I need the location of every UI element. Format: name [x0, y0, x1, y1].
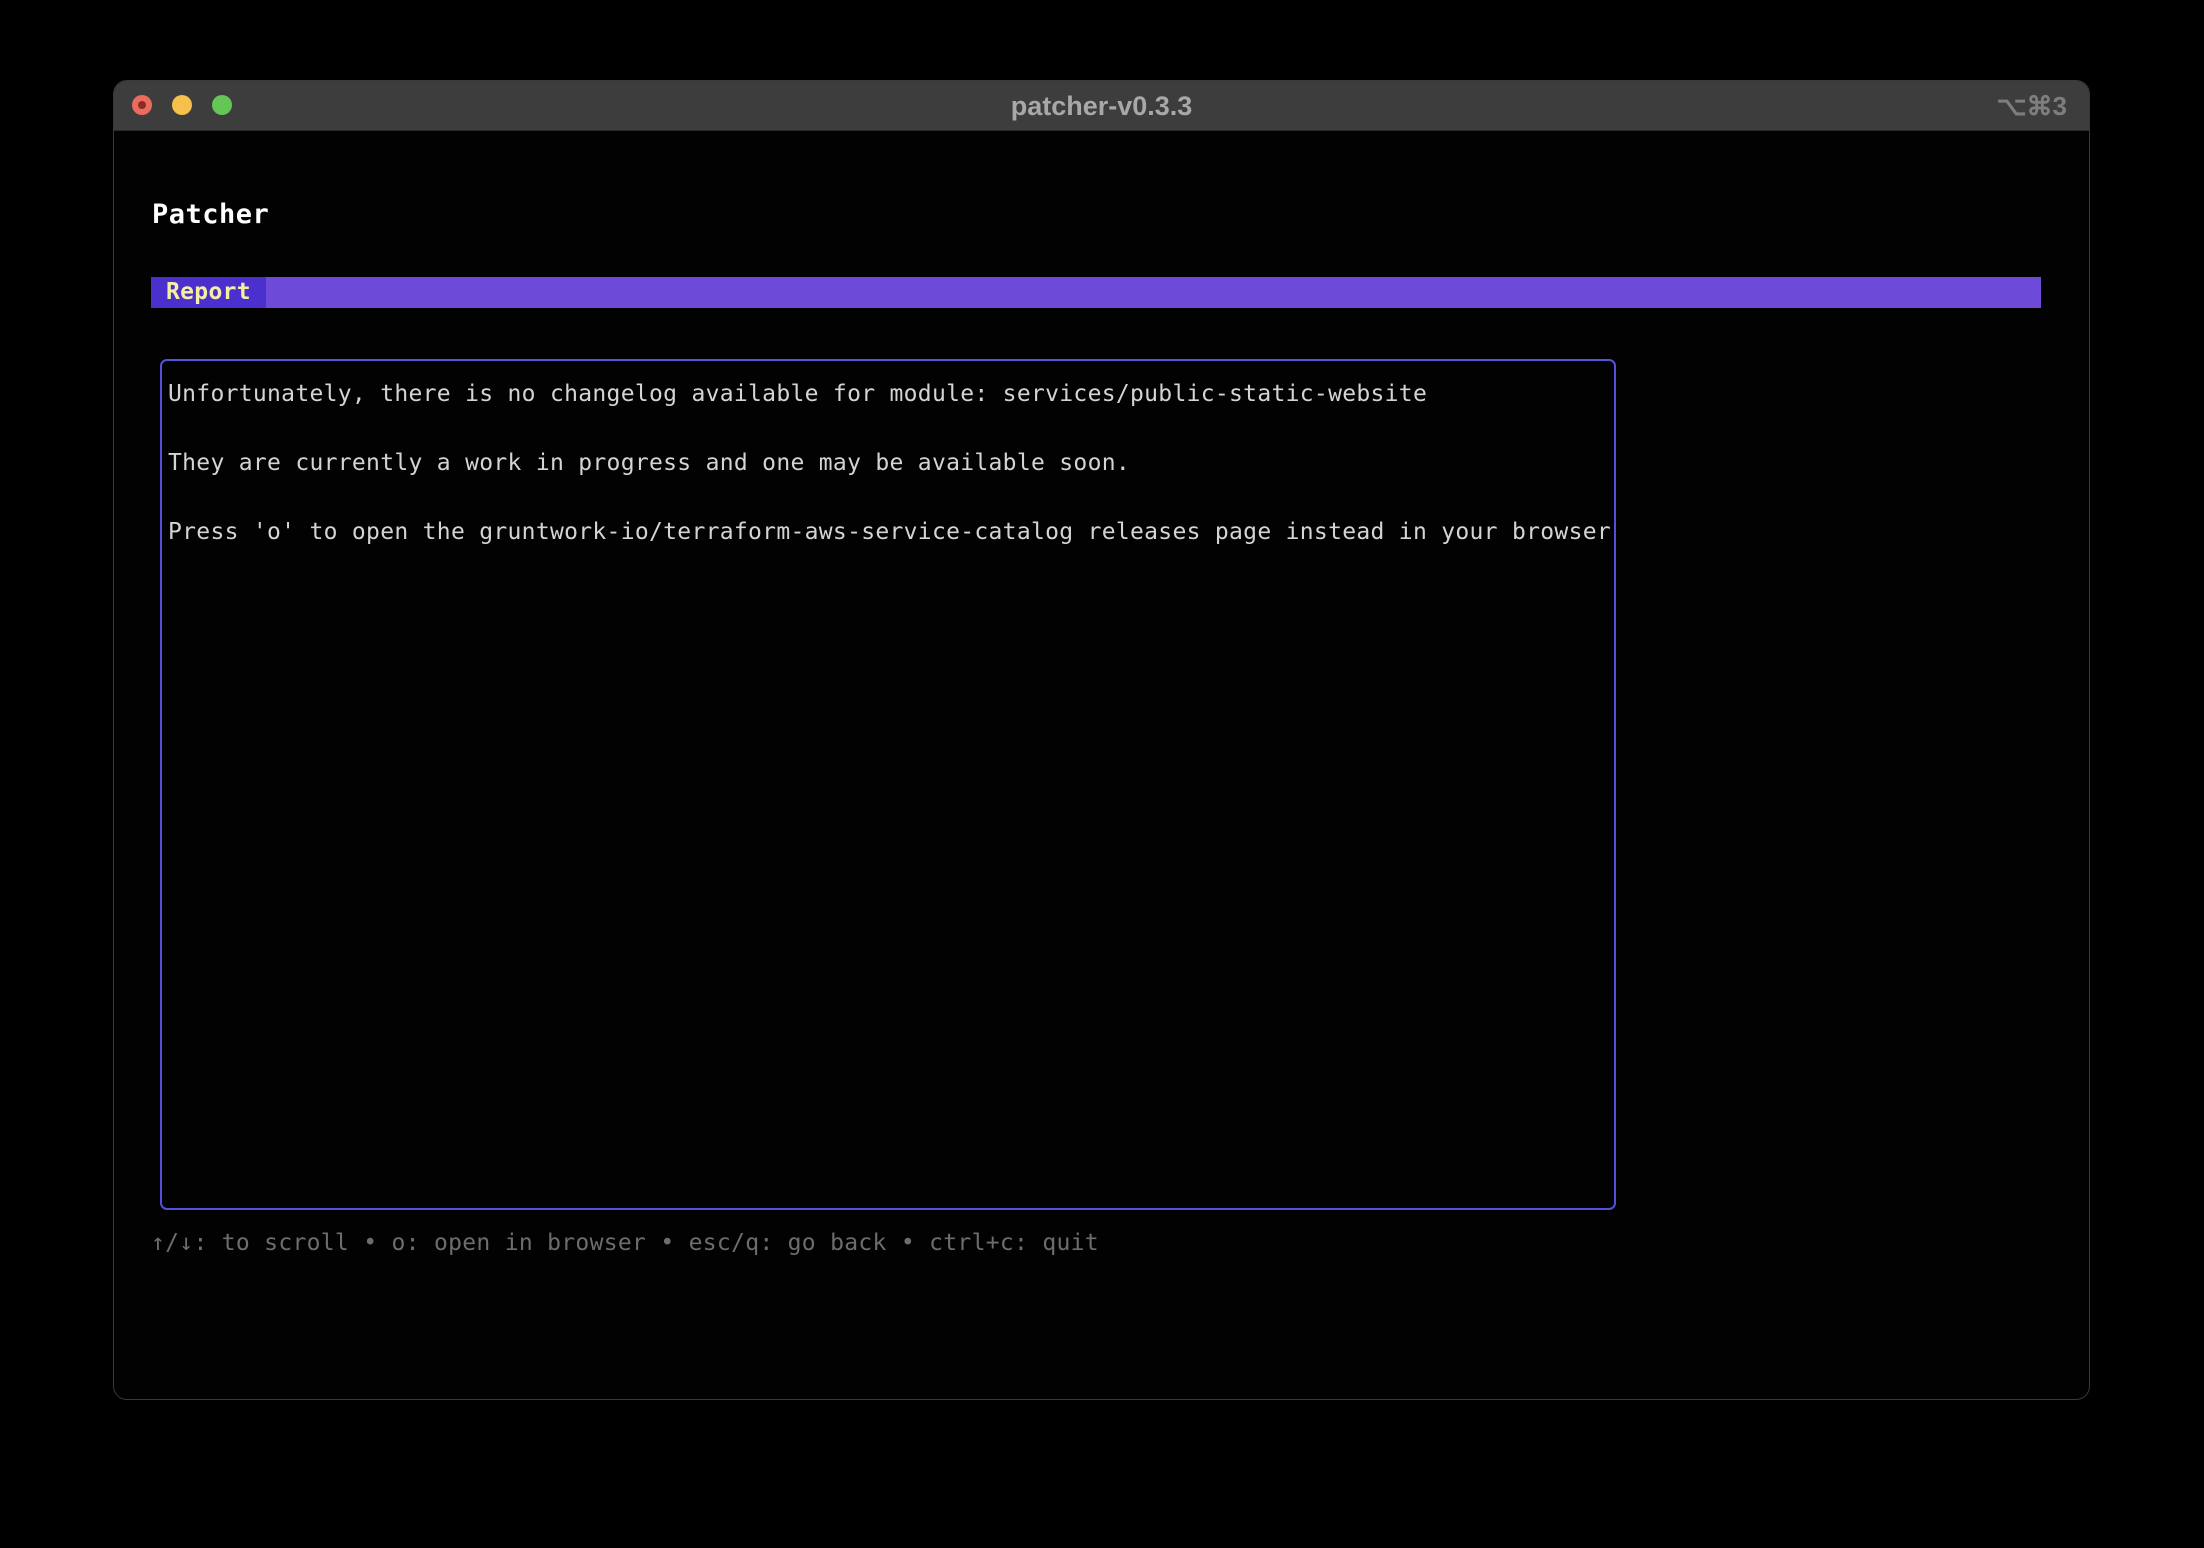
report-line: They are currently a work in progress an…: [168, 446, 1604, 480]
tab-report[interactable]: Report: [151, 277, 266, 308]
help-item: esc/q: go back: [689, 1230, 887, 1256]
report-viewport[interactable]: Unfortunately, there is no changelog ava…: [160, 359, 1616, 1210]
help-bar: ↑/↓: to scroll • o: open in browser • es…: [151, 1228, 1099, 1258]
window-title: patcher-v0.3.3: [114, 81, 2089, 131]
window-shortcut-hint: ⌥⌘3: [1997, 81, 2067, 131]
report-line: Unfortunately, there is no changelog ava…: [168, 377, 1604, 411]
help-separator: •: [887, 1230, 929, 1256]
help-item: ↑/↓: to scroll: [151, 1230, 349, 1256]
tab-bar: Report: [151, 277, 2041, 308]
terminal-window: patcher-v0.3.3 ⌥⌘3 Patcher Report Unfort…: [113, 80, 2090, 1400]
help-item: o: open in browser: [392, 1230, 647, 1256]
app-heading: Patcher: [152, 199, 269, 230]
report-line: Press 'o' to open the gruntwork-io/terra…: [168, 515, 1604, 549]
report-lines: Unfortunately, there is no changelog ava…: [168, 377, 1604, 549]
help-item: ctrl+c: quit: [929, 1230, 1099, 1256]
desktop-background: { "window": { "title": "patcher-v0.3.3",…: [0, 0, 2204, 1548]
window-titlebar[interactable]: patcher-v0.3.3 ⌥⌘3: [114, 81, 2089, 131]
help-separator: •: [646, 1230, 688, 1256]
help-separator: •: [349, 1230, 391, 1256]
